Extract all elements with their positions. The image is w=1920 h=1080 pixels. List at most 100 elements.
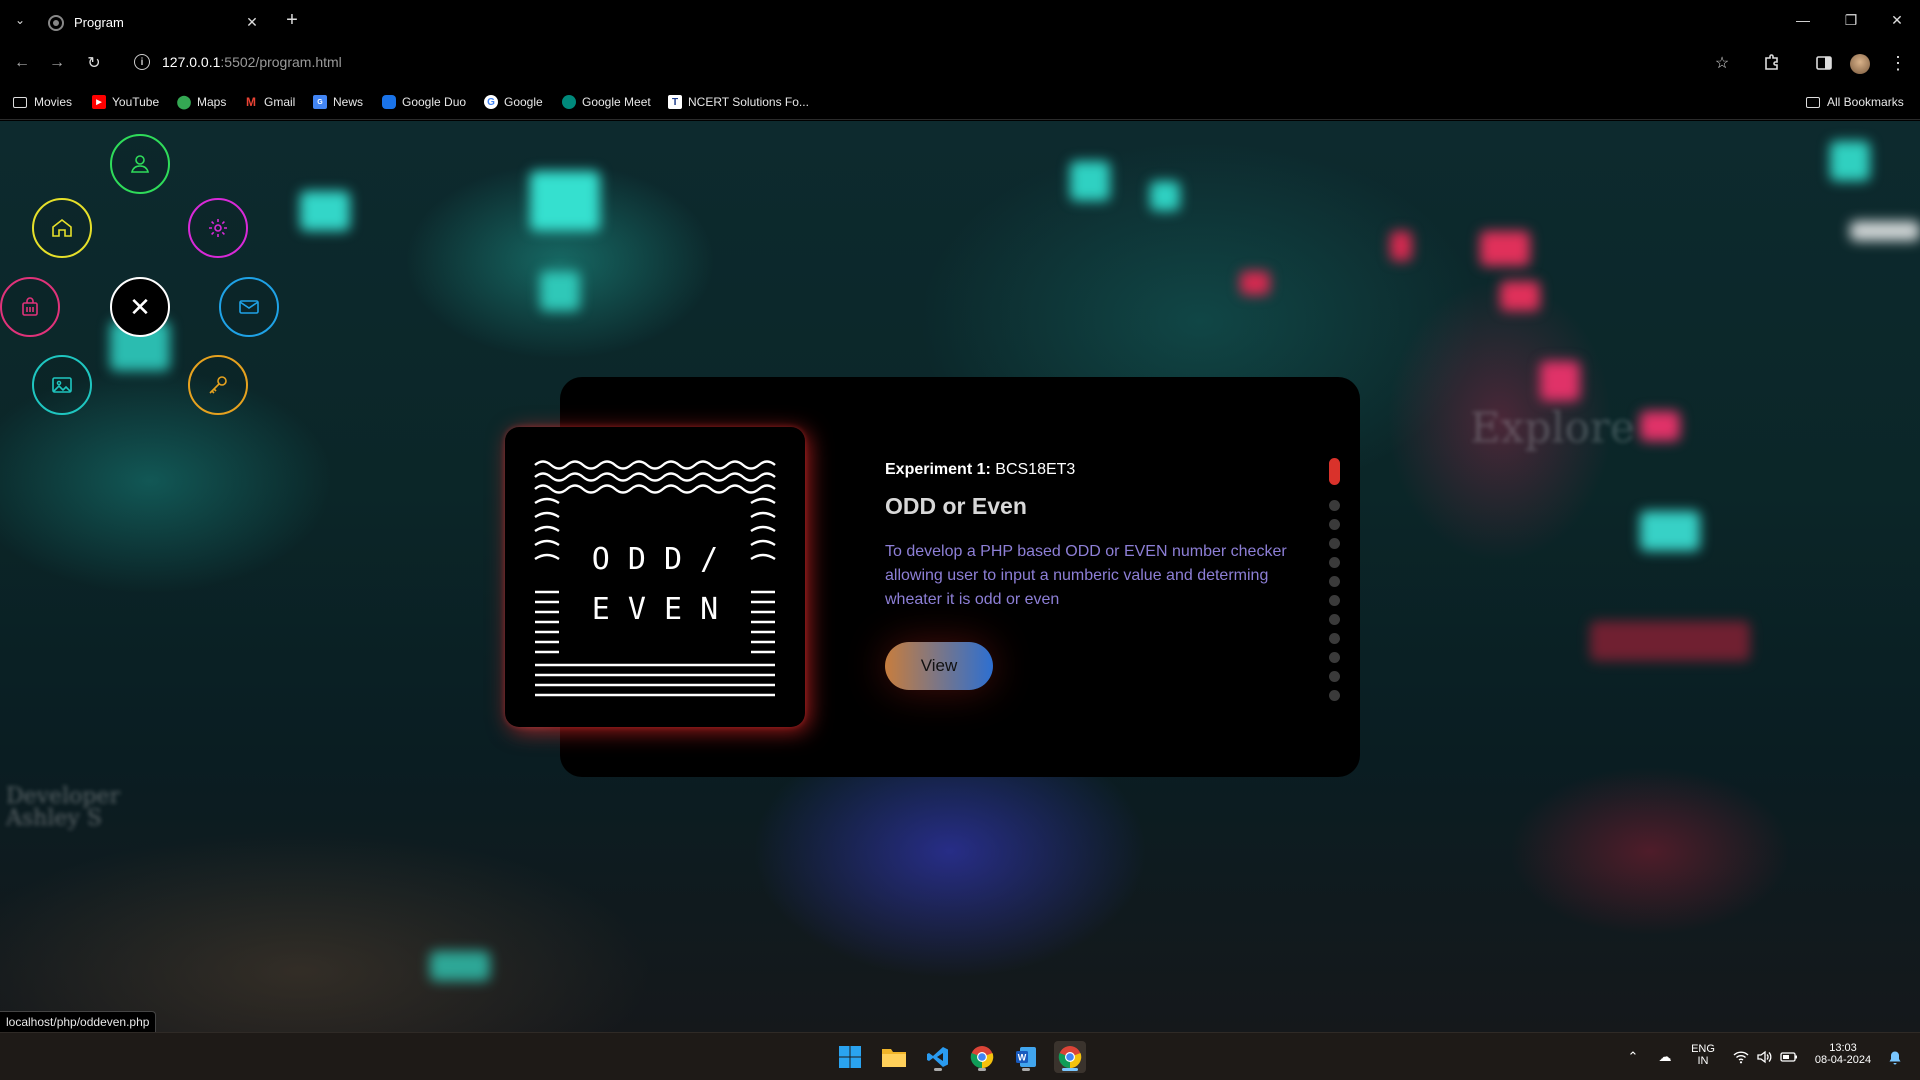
bookmark-news[interactable]: G News (313, 93, 363, 111)
reload-icon[interactable]: ↻ (82, 51, 106, 75)
menu-home-button[interactable] (32, 198, 92, 258)
tab-title: Program (74, 15, 124, 30)
bookmark-google-meet[interactable]: Google Meet (562, 93, 651, 111)
news-icon: G (313, 95, 327, 109)
bookmark-google-duo[interactable]: Google Duo (382, 93, 466, 111)
window-close-icon[interactable]: ✕ (1882, 8, 1912, 32)
bg-light (1590, 621, 1750, 661)
extensions-icon[interactable] (1760, 51, 1784, 75)
home-icon (52, 218, 72, 237)
running-indicator (978, 1068, 986, 1071)
pagination-dot[interactable] (1329, 500, 1340, 511)
menu-mail-button[interactable] (219, 277, 279, 337)
browser-tab-bar: ⌄ Program ✕ + — ❐ ✕ (0, 0, 1920, 41)
active-indicator (1062, 1068, 1078, 1071)
menu-shop-button[interactable] (0, 277, 60, 337)
forward-arrow-icon[interactable]: → (45, 51, 69, 75)
menu-key-button[interactable] (188, 355, 248, 415)
onedrive-cloud-icon[interactable]: ☁ (1656, 1049, 1674, 1065)
minimize-icon[interactable]: — (1788, 8, 1818, 32)
pagination-dot[interactable] (1329, 633, 1340, 644)
gmail-icon: M (246, 95, 256, 109)
pagination-dot[interactable] (1329, 538, 1340, 549)
bookmark-google[interactable]: G Google (484, 93, 543, 111)
card-title: ODD or Even (885, 493, 1027, 519)
maps-icon: ⬤ (176, 94, 192, 109)
pagination-dot[interactable] (1329, 576, 1340, 587)
new-tab-button[interactable]: + (281, 9, 303, 31)
menu-user-button[interactable] (110, 134, 170, 194)
thumbnail-even-text: E V E N (592, 592, 718, 627)
browser-toolbar: ← → ↻ i 127.0.0.1:5502/program.html ☆ ⋮ (0, 41, 1920, 84)
pagination-dot[interactable] (1329, 671, 1340, 682)
bookmark-ncert[interactable]: T NCERT Solutions Fo... (668, 93, 809, 111)
globe-icon (48, 14, 64, 31)
side-panel-icon[interactable] (1812, 51, 1836, 75)
bg-light (1480, 231, 1530, 266)
battery-icon[interactable] (1780, 1049, 1798, 1065)
menu-image-button[interactable] (32, 355, 92, 415)
card-content: Experiment 1: BCS18ET3 ODD or Even To de… (885, 461, 1295, 690)
address-bar[interactable]: i 127.0.0.1:5502/program.html (122, 45, 1702, 79)
wifi-icon[interactable] (1732, 1049, 1750, 1065)
mail-icon (239, 300, 259, 314)
svg-text:W: W (1018, 1053, 1027, 1063)
view-button[interactable]: View (885, 642, 993, 690)
bg-light (300, 191, 350, 231)
volume-icon[interactable] (1756, 1049, 1774, 1065)
thumbnail-odd-text: O D D / (592, 542, 718, 577)
profile-avatar[interactable] (1850, 54, 1870, 74)
chrome-icon[interactable] (966, 1041, 998, 1073)
bookmark-star-icon[interactable]: ☆ (1710, 51, 1734, 75)
duo-icon (382, 95, 396, 109)
experiment-label: Experiment 1: (885, 461, 991, 478)
word-icon[interactable]: W (1010, 1041, 1042, 1073)
shopping-bag-icon (22, 297, 38, 316)
restore-icon[interactable]: ❐ (1836, 8, 1866, 32)
page-viewport: Explore Developer Ashley S ✕ O D D / E V… (0, 121, 1920, 1032)
gear-icon (209, 219, 227, 237)
all-bookmarks[interactable]: All Bookmarks (1806, 93, 1904, 111)
file-explorer-icon[interactable] (878, 1041, 910, 1073)
clock[interactable]: 13:03 08-04-2024 (1806, 1042, 1880, 1066)
menu-settings-button[interactable] (188, 198, 248, 258)
pagination-dot[interactable] (1329, 690, 1340, 701)
input-language[interactable]: ENG IN (1688, 1043, 1718, 1067)
kebab-menu-icon[interactable]: ⋮ (1886, 51, 1910, 75)
menu-close-button[interactable]: ✕ (110, 277, 170, 337)
pagination-dot[interactable] (1329, 595, 1340, 606)
chrome-active-icon[interactable] (1054, 1041, 1086, 1073)
tab-close-icon[interactable]: ✕ (242, 13, 262, 33)
tab-search-chevron-icon[interactable]: ⌄ (10, 10, 30, 30)
bookmark-gmail[interactable]: M Gmail (244, 93, 295, 111)
bg-light (1540, 361, 1580, 401)
bookmark-maps[interactable]: ⬤ Maps (176, 93, 227, 111)
site-info-icon[interactable]: i (134, 54, 150, 70)
link-status-bubble: localhost/php/oddeven.php (0, 1011, 157, 1032)
bg-light (1640, 511, 1700, 551)
bg-light (1830, 141, 1870, 181)
vscode-icon[interactable] (922, 1041, 954, 1073)
pagination-dot[interactable] (1329, 557, 1340, 568)
back-arrow-icon[interactable]: ← (10, 51, 34, 75)
bookmark-youtube[interactable]: ▶ YouTube (92, 93, 159, 111)
running-indicator (934, 1068, 942, 1071)
url-host: 127.0.0.1 (162, 54, 221, 70)
notification-bell-icon[interactable] (1886, 1049, 1904, 1065)
show-hidden-icons-chevron-icon[interactable]: ⌃ (1624, 1049, 1642, 1065)
bg-light (1070, 161, 1110, 201)
browser-tab-program[interactable]: Program ✕ (38, 4, 270, 41)
pagination-dot[interactable] (1329, 652, 1340, 663)
pagination-dot-active[interactable] (1329, 458, 1340, 485)
pagination-dot[interactable] (1329, 519, 1340, 530)
bookmark-movies[interactable]: Movies (13, 93, 72, 111)
bg-light (1500, 281, 1540, 311)
pagination-dot[interactable] (1329, 614, 1340, 625)
folder-icon (1806, 96, 1820, 108)
bg-light (1640, 411, 1680, 441)
bg-light (1390, 231, 1412, 261)
start-windows-icon[interactable] (834, 1041, 866, 1073)
key-icon (209, 376, 227, 394)
clock-date: 08-04-2024 (1814, 1054, 1872, 1066)
experiment-line: Experiment 1: BCS18ET3 (885, 461, 1295, 479)
